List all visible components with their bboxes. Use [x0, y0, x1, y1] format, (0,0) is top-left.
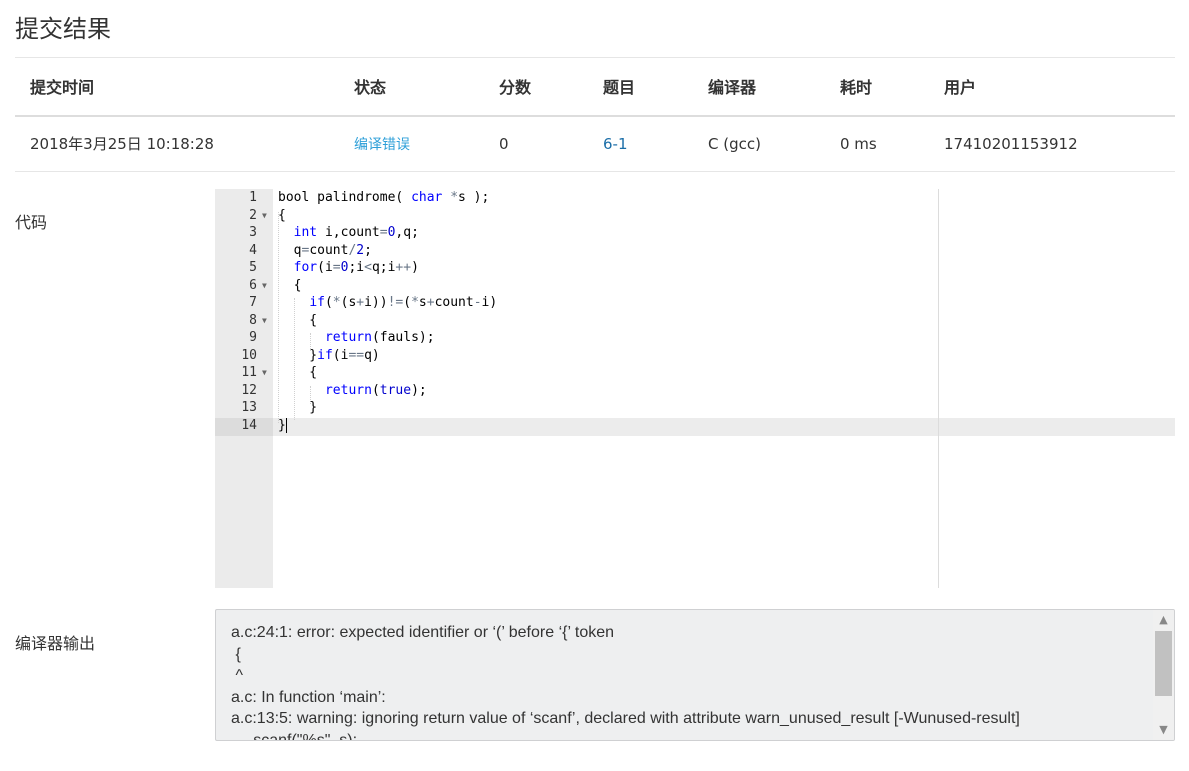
output-line: scanf("%s", s);	[231, 731, 358, 741]
line-number-text: 4	[249, 242, 257, 258]
line-number-text: 10	[241, 347, 257, 363]
header-compiler: 编译器	[693, 57, 825, 117]
scroll-thumb[interactable]	[1155, 631, 1172, 696]
code-line: bool palindrome( char *s );	[278, 190, 490, 205]
cell-score: 0	[484, 115, 588, 172]
line-number-text: 11	[241, 365, 257, 380]
line-number-text: 6	[249, 277, 257, 293]
table-header-row: 提交时间 状态 分数 题目 编译器 耗时 用户	[15, 57, 1175, 117]
line-number-text: 12	[241, 382, 257, 398]
code-line: {	[278, 277, 302, 293]
submission-result-table: 提交时间 状态 分数 题目 编译器 耗时 用户 2018年3月25日 10:18…	[15, 57, 1175, 172]
line-number: 12	[215, 382, 273, 400]
line-number: 5	[215, 259, 273, 277]
header-user: 用户	[929, 57, 1175, 117]
code-line: if(*(s+i))!=(*s+count-i)	[309, 295, 498, 310]
line-number: 11 ▼	[215, 364, 273, 382]
header-score: 分数	[484, 57, 588, 117]
line-number-text: 8	[249, 312, 257, 328]
cell-submit-time: 2018年3月25日 10:18:28	[15, 115, 339, 172]
output-line: {	[231, 645, 241, 663]
compiler-output-label: 编译器输出	[15, 634, 96, 653]
cell-status: 编译错误	[339, 115, 484, 172]
page-title: 提交结果	[15, 15, 111, 43]
line-number: 1	[215, 189, 273, 207]
code-label: 代码	[15, 213, 48, 232]
fold-arrow-icon[interactable]: ▼	[262, 207, 267, 225]
code-line: }	[278, 400, 318, 415]
cell-user: 17410201153912	[929, 115, 1175, 172]
cell-time-cost: 0 ms	[825, 115, 929, 172]
header-time-cost: 耗时	[825, 57, 929, 117]
line-number: 4	[215, 242, 273, 260]
code-line: {	[278, 207, 286, 223]
line-number: 14	[215, 417, 273, 435]
code-line: for(i=0;i<q;i++)	[293, 260, 419, 275]
line-number-text: 14	[241, 418, 257, 433]
output-scrollbar[interactable]: ▲ ▼	[1153, 610, 1174, 740]
status-link[interactable]: 编译错误	[354, 137, 410, 153]
line-number: 3	[215, 224, 273, 242]
line-number: 7	[215, 294, 273, 312]
output-line: a.c:24:1: error: expected identifier or …	[231, 624, 615, 641]
code-line: {	[278, 312, 318, 328]
compiler-output-box[interactable]: a.c:24:1: error: expected identifier or …	[215, 609, 1175, 741]
line-number-text: 3	[249, 225, 257, 240]
line-number-text: 1	[249, 190, 257, 205]
cell-problem: 6-1	[588, 115, 693, 172]
line-number-text: 13	[241, 400, 257, 415]
print-margin	[938, 189, 939, 588]
line-number-text: 7	[249, 295, 257, 310]
header-problem: 题目	[588, 57, 693, 117]
code-line: }if(i==q)	[278, 347, 380, 363]
header-submit-time: 提交时间	[15, 57, 339, 117]
scroll-up-icon[interactable]: ▲	[1153, 610, 1174, 630]
code-line: q=count/2;	[278, 242, 372, 258]
output-line: a.c: In function ‘main’:	[231, 688, 386, 706]
compiler-output-text: a.c:24:1: error: expected identifier or …	[231, 622, 1151, 741]
code-line: return(true);	[324, 382, 427, 398]
line-number: 2 ▼	[215, 207, 273, 225]
text-cursor	[285, 418, 287, 433]
line-number: 13	[215, 399, 273, 417]
fold-arrow-icon[interactable]: ▼	[262, 312, 267, 330]
line-number-text: 5	[249, 260, 257, 275]
line-number: 8 ▼	[215, 312, 273, 330]
line-number: 6 ▼	[215, 277, 273, 295]
fold-arrow-icon[interactable]: ▼	[262, 277, 267, 295]
cell-compiler: C (gcc)	[693, 115, 825, 172]
code-line: }	[278, 418, 287, 433]
header-status: 状态	[339, 57, 484, 117]
line-number-text: 2	[249, 207, 257, 223]
active-line-highlight	[273, 418, 1175, 436]
fold-arrow-icon[interactable]: ▼	[262, 364, 267, 382]
line-number: 10	[215, 347, 273, 365]
scroll-down-icon[interactable]: ▼	[1153, 720, 1174, 740]
code-editor[interactable]: 1 2 ▼ 3 4 5 6 ▼ 7 8 ▼ 9 10 11 ▼ 12 13 14 bool palindrome(…	[215, 189, 1175, 588]
output-line: ^	[231, 667, 243, 685]
line-number-text: 9	[249, 330, 257, 345]
output-line: a.c:13:5: warning: ignoring return value…	[231, 710, 1020, 728]
code-line: {	[278, 365, 318, 380]
problem-link[interactable]: 6-1	[603, 135, 628, 153]
table-row: 2018年3月25日 10:18:28 编译错误 0 6-1 C (gcc) 0…	[15, 115, 1175, 172]
line-number: 9	[215, 329, 273, 347]
code-line: return(fauls);	[324, 330, 435, 345]
code-line: int i,count=0,q;	[293, 225, 419, 240]
